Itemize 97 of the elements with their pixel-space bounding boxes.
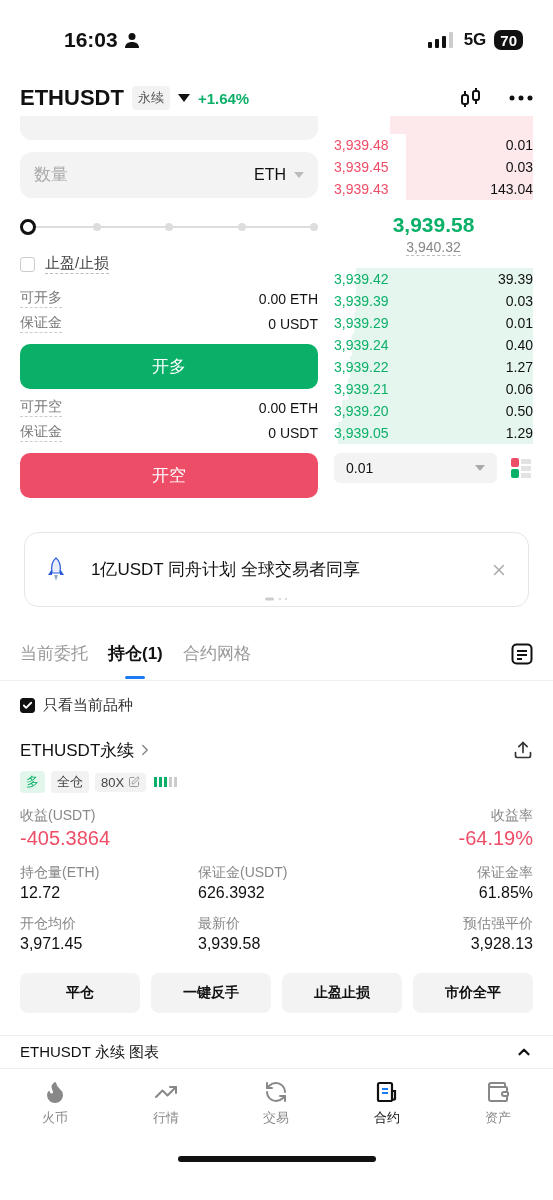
tab[interactable]: 持仓(1) xyxy=(108,626,163,681)
checkbox[interactable] xyxy=(20,697,35,713)
signal-icon xyxy=(427,32,456,48)
quantity-input[interactable]: 数量 xyxy=(34,165,254,185)
filter-label: 只看当前品种 xyxy=(43,695,133,715)
order-price: 3,939.39 xyxy=(334,293,389,309)
open-short-button[interactable]: 开空 xyxy=(20,453,318,498)
promo-banner[interactable]: 1亿USDT 同舟计划 全球交易者同享 xyxy=(24,532,529,607)
slider-tick xyxy=(92,223,101,231)
contract-tag: 永续 xyxy=(131,86,170,110)
stat-value: 3,971.45 xyxy=(20,935,83,953)
battery-level: 70 xyxy=(494,30,523,50)
action-button[interactable]: 一键反手 xyxy=(151,973,271,1013)
info-value: 0 USDT xyxy=(268,424,318,441)
info-value: 0.00 ETH xyxy=(258,399,318,416)
caret-icon[interactable] xyxy=(177,94,190,102)
stat-label: 保证金(USDT) xyxy=(198,864,288,882)
order-price: 3,939.43 xyxy=(334,181,389,197)
action-button[interactable]: 平仓 xyxy=(20,973,140,1013)
price-change: +1.64% xyxy=(197,89,250,107)
slider-tick xyxy=(237,223,246,231)
info-label: 可开多 xyxy=(20,289,62,308)
info-label: 保证金 xyxy=(20,423,62,442)
slider-thumb[interactable] xyxy=(20,219,36,235)
stat-label: 最新价 xyxy=(198,915,240,933)
order-amount: 0.03 xyxy=(505,293,533,309)
info-value: 0.00 ETH xyxy=(258,290,318,307)
candlestick-icon[interactable] xyxy=(459,86,483,110)
nav-item[interactable]: 资产 xyxy=(467,1079,528,1135)
slider-tick xyxy=(165,223,173,231)
roe-value: -64.19% xyxy=(458,827,533,850)
order-amount: 0.40 xyxy=(505,337,533,353)
stat-label: 收益(USDT) xyxy=(20,807,96,825)
position-title[interactable]: ETHUSDT永续 xyxy=(20,738,135,762)
order-price: 3,939.21 xyxy=(334,381,389,397)
stat-value: 626.3932 xyxy=(198,884,265,902)
position-tag: 全仓 xyxy=(51,771,89,793)
document-icon[interactable] xyxy=(511,642,533,665)
nav-item[interactable]: 行情 xyxy=(135,1079,196,1135)
person-icon xyxy=(123,32,140,48)
pnl-value: -405.3864 xyxy=(20,827,111,850)
position-tag: 多 xyxy=(20,771,45,793)
action-button[interactable]: 市价全平 xyxy=(413,973,533,1013)
network-label: 5G xyxy=(463,30,487,50)
order-amount: 1.29 xyxy=(505,425,533,441)
stat-value: 3,939.58 xyxy=(198,935,261,953)
precision-select[interactable]: 0.01 xyxy=(334,453,497,483)
order-price: 3,939.42 xyxy=(334,271,389,287)
stat-label: 收益率 xyxy=(491,807,533,825)
position-tag[interactable]: 80X xyxy=(95,772,147,792)
banner-text: 1亿USDT 同舟计划 全球交易者同享 xyxy=(91,559,361,581)
stat-value: 12.72 xyxy=(20,884,61,902)
nav-item[interactable]: 火币 xyxy=(25,1079,86,1135)
status-time: 16:03 xyxy=(64,28,118,52)
order-amount: 39.39 xyxy=(497,271,533,287)
stat-label: 开仓均价 xyxy=(20,915,76,933)
info-label: 可开空 xyxy=(20,398,62,417)
rocket-icon xyxy=(47,556,65,583)
order-price: 3,939.05 xyxy=(334,425,389,441)
order-amount: 0.06 xyxy=(505,381,533,397)
slider-tick xyxy=(310,223,318,231)
order-price: 3,939.20 xyxy=(334,403,389,419)
quantity-field[interactable]: 数量 ETH xyxy=(20,152,318,198)
nav-item[interactable]: 交易 xyxy=(246,1079,307,1135)
info-value: 0 USDT xyxy=(268,315,318,332)
order-amount: 1.27 xyxy=(505,359,533,375)
order-amount: 0.01 xyxy=(505,137,533,153)
mark-price: 3,940.32 xyxy=(406,238,461,256)
order-amount: 0.01 xyxy=(505,315,533,331)
pager-dots xyxy=(264,597,289,601)
stat-label: 保证金率 xyxy=(477,864,533,882)
stat-value: 3,928.13 xyxy=(470,935,533,953)
action-button[interactable]: 止盈止损 xyxy=(282,973,402,1013)
order-amount: 0.03 xyxy=(505,159,533,175)
unit-select[interactable]: ETH xyxy=(254,166,286,184)
order-price: 3,939.48 xyxy=(334,137,389,153)
stat-value: 61.85% xyxy=(478,884,533,902)
stat-label: 预估强平价 xyxy=(463,915,533,933)
stat-label: 持仓量(ETH) xyxy=(20,864,100,882)
wallet-icon xyxy=(485,1080,510,1104)
share-icon[interactable] xyxy=(513,740,533,760)
edit-icon[interactable] xyxy=(128,776,141,788)
order-price: 3,939.24 xyxy=(334,337,389,353)
more-icon[interactable] xyxy=(509,95,533,101)
order-price: 3,939.29 xyxy=(334,315,389,331)
symbol-title: ETHUSDT xyxy=(20,85,124,111)
order-price: 3,939.45 xyxy=(334,159,389,175)
layout-icon[interactable] xyxy=(509,456,533,480)
info-label: 保证金 xyxy=(20,314,62,333)
chart-section-title[interactable]: ETHUSDT 永续 图表 xyxy=(20,1042,159,1062)
order-price: 3,939.22 xyxy=(334,359,389,375)
last-price: 3,939.58 xyxy=(392,212,475,237)
order-amount: 143.04 xyxy=(490,181,533,197)
tpsl-label: 止盈/止损 xyxy=(45,254,110,274)
order-amount: 0.50 xyxy=(505,403,533,419)
exchange-icon xyxy=(264,1080,289,1104)
nav-item[interactable]: 合约 xyxy=(357,1079,418,1135)
